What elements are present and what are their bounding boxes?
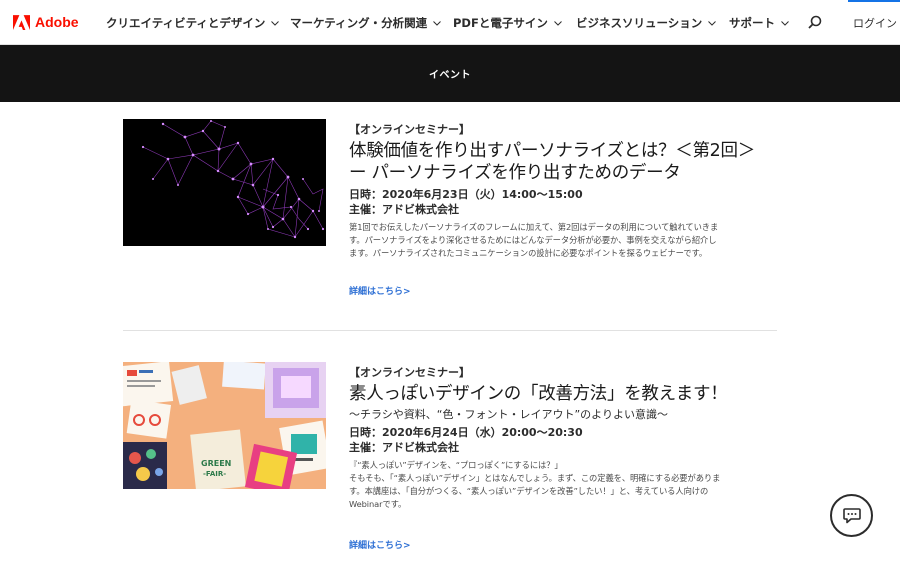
event-subtitle: 〜チラシや資料、“色・フォント・レイアウト”のよりよい意識〜 (349, 408, 668, 421)
adobe-logo-text: Adobe (35, 14, 79, 30)
svg-text:GREEN: GREEN (201, 459, 231, 468)
event-card: GREEN -FAIR- 【オンラインセミナー】 素人っぽいデザインの「改善方法… (123, 362, 777, 557)
nav-item-label: クリエイティビティとデザイン (106, 16, 266, 30)
event-date: 日時：2020年6月24日（水）20:00〜20:30 (349, 426, 583, 439)
login-link[interactable]: ログイン (853, 15, 897, 31)
nav-item-creativity-design[interactable]: クリエイティビティとデザイン (106, 13, 280, 33)
chevron-down-icon (433, 20, 441, 26)
event-title-line: 素人っぽいデザインの「改善方法」を教えます！ (349, 384, 728, 404)
global-nav: Adobe クリエイティビティとデザイン マーケティング・分析関連 PDFと電子… (0, 0, 900, 45)
event-thumbnail[interactable]: GREEN -FAIR- (123, 362, 326, 489)
description-line: 『“素人っぽい”デザインを、“プロっぽく”にするには？」 (349, 460, 563, 470)
event-title[interactable]: 素人っぽいデザインの「改善方法」を教えます！ (349, 383, 777, 405)
event-details-link[interactable]: 詳細はこちら> (349, 284, 411, 297)
nav-item-support[interactable]: サポート (729, 13, 789, 33)
chevron-down-icon (708, 20, 717, 26)
nav-item-label: サポート (729, 16, 775, 30)
description-line: Webinarです。 (349, 499, 407, 509)
description-line: す。本講座は、「自分がつくる、“素人っぽい”デザインを改善”したい！」と、考えて… (349, 486, 709, 496)
nav-item-label: マーケティング・分析関連 (290, 16, 428, 30)
chevron-down-icon (271, 20, 280, 26)
nav-item-business-solutions[interactable]: ビジネスソリューション (576, 13, 717, 33)
description-line: ます。パーソナライズされたコミュニケーションの設計に必要なポイントを探るウェビナ… (349, 248, 708, 258)
chat-button[interactable] (830, 494, 873, 537)
description-line: 第1回でお伝えしたパーソナライズのフレームに加えて、第2回はデータの利用について… (349, 222, 719, 232)
event-host: 主催：アドビ株式会社 (349, 441, 459, 454)
event-thumbnail[interactable] (123, 119, 326, 246)
page-banner: イベント (0, 45, 900, 102)
network-graph-image (141, 120, 325, 239)
event-description: 『“素人っぽい”デザインを、“プロっぽく”にするには？」 そもそも、「“素人っぽ… (349, 459, 777, 511)
event-title[interactable]: 体験価値を作り出すパーソナライズとは？＜第2回＞ ー パーソナライズを作り出すた… (349, 140, 777, 184)
nav-item-label: PDFと電子サイン (453, 16, 548, 30)
event-title-line: 体験価値を作り出すパーソナライズとは？＜第2回＞ (349, 141, 755, 161)
event-info: 【オンラインセミナー】 体験価値を作り出すパーソナライズとは？＜第2回＞ ー パ… (349, 123, 777, 260)
description-line: す。パーソナライズをより深化させるためにはどんなデータ分析が必要か、事例を交えな… (349, 235, 717, 245)
adobe-logo[interactable]: Adobe (13, 13, 79, 31)
divider (123, 330, 777, 331)
event-tag: 【オンラインセミナー】 (349, 366, 470, 379)
chat-icon (842, 507, 861, 523)
adobe-logo-icon (13, 14, 30, 30)
event-date: 日時：2020年6月23日（火）14:00〜15:00 (349, 188, 583, 201)
event-details-link[interactable]: 詳細はこちら> (349, 538, 411, 551)
nav-item-label: ビジネスソリューション (576, 16, 703, 30)
nav-item-pdf-esign[interactable]: PDFと電子サイン (453, 13, 562, 33)
nav-item-marketing-analytics[interactable]: マーケティング・分析関連 (290, 13, 441, 33)
chevron-down-icon (553, 20, 562, 26)
event-title-line: ー パーソナライズを作り出すためのデータ (349, 163, 681, 183)
description-line: そもそも、「“素人っぽい”デザイン」とはなんでしょう。まず、この定義を、明確にす… (349, 473, 721, 483)
page-title: イベント (429, 70, 471, 81)
event-card: 【オンラインセミナー】 体験価値を作り出すパーソナライズとは？＜第2回＞ ー パ… (123, 119, 777, 309)
event-info: 【オンラインセミナー】 素人っぽいデザインの「改善方法」を教えます！ 〜チラシや… (349, 366, 777, 511)
svg-text:-FAIR-: -FAIR- (203, 470, 226, 478)
event-description: 第1回でお伝えしたパーソナライズのフレームに加えて、第2回はデータの利用について… (349, 221, 777, 260)
design-collage-image: GREEN -FAIR- (123, 362, 326, 489)
search-icon[interactable] (808, 15, 822, 29)
event-host: 主催：アドビ株式会社 (349, 203, 459, 216)
event-tag: 【オンラインセミナー】 (349, 123, 470, 136)
chevron-down-icon (781, 20, 789, 26)
